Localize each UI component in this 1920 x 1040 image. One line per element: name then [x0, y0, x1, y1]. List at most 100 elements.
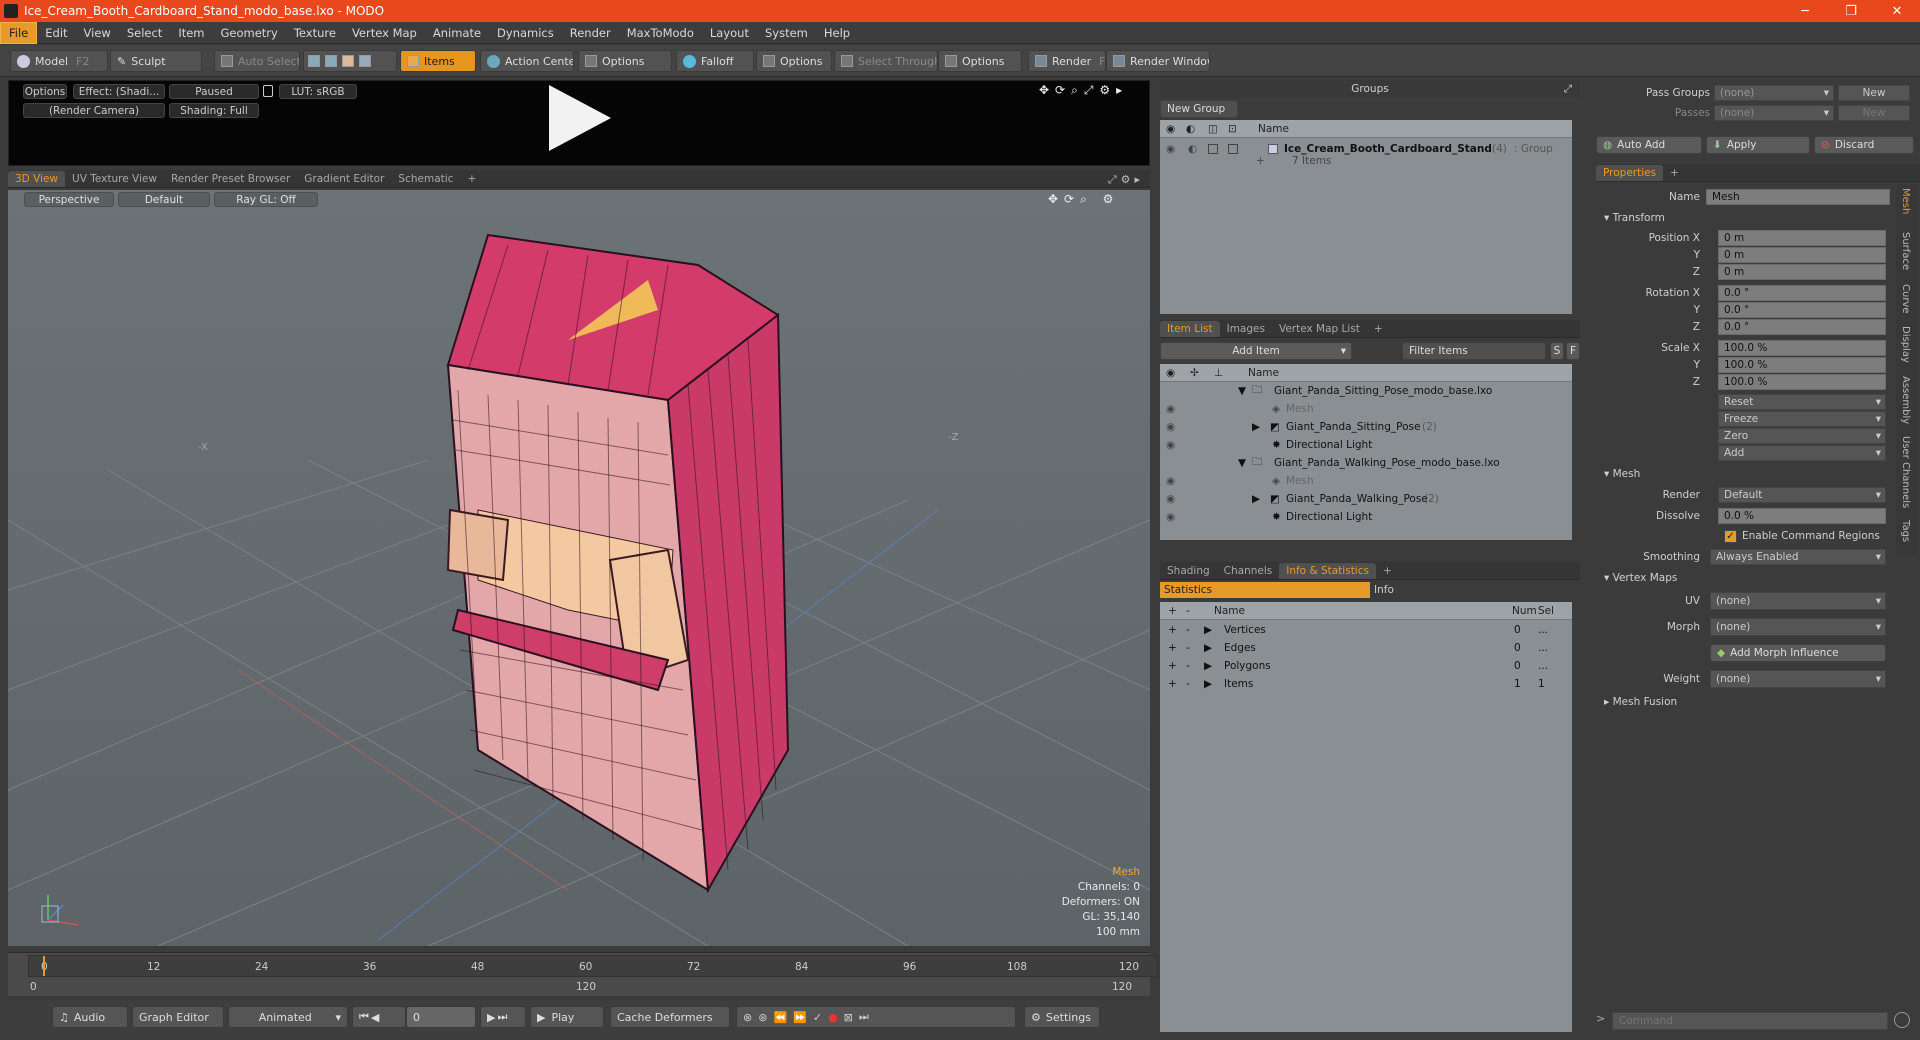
menu-view[interactable]: View [76, 23, 119, 43]
passes-dropdown[interactable]: (none) [1714, 105, 1834, 121]
expand-arrow-icon[interactable]: ▶ [1252, 493, 1260, 505]
stats-row[interactable]: + - ▶ Vertices 0... [1160, 621, 1572, 639]
key-all-icon[interactable]: ⊛ [758, 1011, 773, 1024]
statistics-subtab[interactable]: Statistics [1160, 582, 1370, 598]
eye-icon[interactable]: ◉ [1166, 493, 1175, 505]
scale-y-field[interactable]: 100.0 % [1718, 357, 1886, 373]
lock-icon[interactable] [263, 85, 273, 97]
filter-items-input[interactable]: Filter Items [1402, 342, 1546, 360]
polygons-mode-icon[interactable] [342, 55, 354, 67]
expand-icon[interactable]: ⤢ [1564, 83, 1572, 96]
audio-button[interactable]: ♫ Audio [52, 1006, 128, 1028]
tab-shading[interactable]: Shading [1160, 563, 1217, 579]
tab-info-statistics[interactable]: Info & Statistics [1279, 563, 1376, 579]
add-tab-button[interactable]: + [1376, 563, 1399, 579]
list-item[interactable]: ◉ ▶ ◩ Giant_Panda_Sitting_Pose (2) [1160, 418, 1572, 436]
side-tab-display[interactable]: Display [1900, 326, 1911, 363]
command-input[interactable] [1612, 1012, 1888, 1030]
list-item[interactable]: ◉ ◈ Mesh [1160, 472, 1572, 490]
action-center-button[interactable]: Action Center [480, 50, 574, 72]
add-icon[interactable]: + [1168, 642, 1177, 654]
name-field[interactable]: Mesh [1706, 189, 1890, 205]
key-icon[interactable]: ⊗ [743, 1011, 758, 1024]
frame-input[interactable]: 0 [406, 1006, 476, 1028]
list-item[interactable]: ◉ ✸ Directional Light [1160, 436, 1572, 454]
list-item[interactable]: ▼ 🗀 Giant_Panda_Sitting_Pose_modo_base.lxo [1160, 382, 1572, 400]
menu-help[interactable]: Help [816, 23, 858, 43]
add-icon[interactable]: + [1168, 624, 1177, 636]
menu-vertex-map[interactable]: Vertex Map [344, 23, 425, 43]
eye-icon[interactable]: ◉ [1166, 439, 1175, 451]
command-history-icon[interactable] [1894, 1012, 1910, 1028]
transform-section[interactable]: ▾ Transform [1604, 212, 1665, 224]
expand-arrow-icon[interactable]: ▶ [1204, 678, 1212, 690]
menu-maxtomodo[interactable]: MaxToModo [619, 23, 702, 43]
stats-row[interactable]: + - ▶ Items 1 1 [1160, 675, 1572, 693]
tab-uv-texture-view[interactable]: UV Texture View [65, 171, 164, 187]
preview-effect-dropdown[interactable]: Effect: (Shadi... [73, 84, 165, 99]
vertex-maps-section[interactable]: ▾ Vertex Maps [1604, 572, 1677, 584]
expand-arrow-icon[interactable]: ▼ [1238, 457, 1246, 469]
menu-edit[interactable]: Edit [37, 23, 75, 43]
position-x-field[interactable]: 0 m [1718, 230, 1886, 246]
action-center-options-button[interactable]: Options [578, 50, 672, 72]
transport-start-buttons[interactable]: ⏮ ◀ [352, 1006, 406, 1028]
mesh-section[interactable]: ▾ Mesh [1604, 468, 1640, 480]
list-item[interactable]: ◉ ▶ ◩ Giant_Panda_Walking_Pose (2) [1160, 490, 1572, 508]
scale-z-field[interactable]: 100.0 % [1718, 374, 1886, 390]
vertices-mode-icon[interactable] [308, 55, 320, 67]
tab-vertex-map-list[interactable]: Vertex Map List [1272, 321, 1367, 337]
prev-key-icon[interactable]: ⏪ [773, 1011, 793, 1024]
tab-channels[interactable]: Channels [1217, 563, 1280, 579]
reset-dropdown[interactable]: Reset [1718, 394, 1886, 410]
sculpt-button[interactable]: ✎ Sculpt [110, 50, 202, 72]
select-through-options-button[interactable]: Options [938, 50, 1022, 72]
render-dropdown[interactable]: Default [1718, 487, 1886, 503]
tab-schematic[interactable]: Schematic [391, 171, 460, 187]
graph-editor-button[interactable]: Graph Editor [132, 1006, 224, 1028]
info-subtab[interactable]: Info [1374, 582, 1454, 598]
jump-icon[interactable]: ⏭ [859, 1010, 875, 1024]
add-dropdown[interactable]: Add [1718, 445, 1886, 461]
stats-row[interactable]: + - ▶ Edges 0... [1160, 639, 1572, 657]
add-icon[interactable]: + [1168, 660, 1177, 672]
auto-add-button[interactable]: ◍ Auto Add [1596, 136, 1702, 154]
weight-dropdown[interactable]: (none) [1710, 670, 1886, 688]
menu-item[interactable]: Item [170, 23, 212, 43]
side-tab-mesh[interactable]: Mesh [1900, 188, 1911, 214]
model-button[interactable]: Model F2 [10, 50, 108, 72]
remove-icon[interactable]: - [1186, 678, 1190, 690]
apply-button[interactable]: ⬇ Apply [1706, 136, 1810, 154]
preview-camera-dropdown[interactable]: (Render Camera) [23, 103, 165, 118]
maximize-icon[interactable]: ❐ [1828, 4, 1874, 19]
minimize-icon[interactable]: ─ [1782, 4, 1828, 19]
side-tab-user-channels[interactable]: User Channels [1900, 436, 1911, 508]
playhead[interactable] [43, 956, 45, 976]
eye-icon[interactable]: ◉ [1166, 421, 1175, 433]
scale-x-field[interactable]: 100.0 % [1718, 340, 1886, 356]
new-group-button[interactable]: New Group [1160, 100, 1238, 118]
eye-icon[interactable]: ◉ [1166, 475, 1175, 487]
menu-file[interactable]: File [0, 21, 38, 44]
filter-s-button[interactable]: S [1550, 342, 1564, 360]
menu-select[interactable]: Select [119, 23, 170, 43]
rotation-z-field[interactable]: 0.0 ° [1718, 319, 1886, 335]
menu-layout[interactable]: Layout [702, 23, 757, 43]
edges-mode-icon[interactable] [325, 55, 337, 67]
render-window-button[interactable]: Render Window [1106, 50, 1210, 72]
menu-system[interactable]: System [757, 23, 816, 43]
render-button[interactable]: RenderF9 [1028, 50, 1106, 72]
enable-command-regions-checkbox[interactable]: ✓ [1724, 530, 1737, 543]
add-tab-button[interactable]: + [1663, 165, 1686, 181]
skip-back-icon[interactable]: ⏮ [359, 1010, 371, 1024]
filter-f-button[interactable]: F [1566, 342, 1580, 360]
auto-select-button[interactable]: Auto Select [214, 50, 300, 72]
pass-groups-dropdown[interactable]: (none) [1714, 85, 1834, 101]
expand-arrow-icon[interactable]: ▶ [1204, 660, 1212, 672]
items-mode-button[interactable]: Items [400, 50, 476, 72]
settings-button[interactable]: ⚙ Settings [1024, 1006, 1100, 1028]
preview-nav-icons[interactable]: ✥⟳⌕⤢⚙▸ [1039, 83, 1128, 98]
preview-options-button[interactable]: Options [23, 84, 67, 99]
timeline-ruler[interactable]: 0 12 24 36 48 60 72 84 96 108 120 [28, 955, 1158, 977]
remove-icon[interactable]: - [1186, 624, 1190, 636]
